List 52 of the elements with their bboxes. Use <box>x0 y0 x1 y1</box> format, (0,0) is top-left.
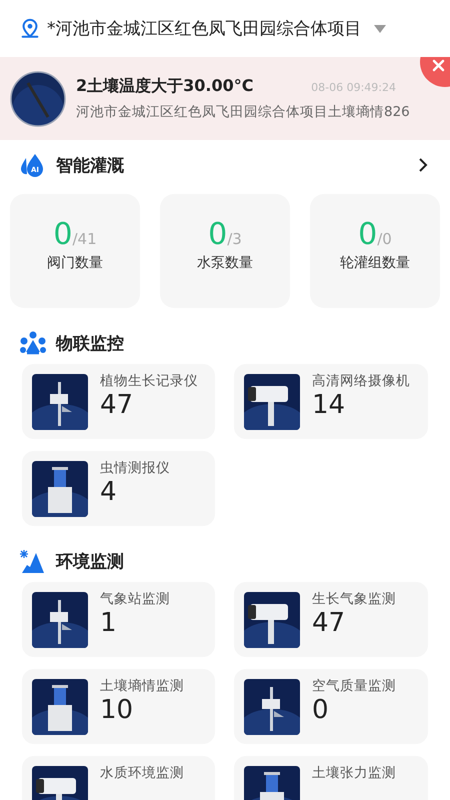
section-title: 智能灌溉 <box>56 154 124 176</box>
device-count: 14 <box>312 390 346 420</box>
device-card[interactable]: 水质环境监测 <box>22 756 215 800</box>
device-name: 植物生长记录仪 <box>100 372 198 390</box>
device-card[interactable]: 空气质量监测 0 <box>234 669 428 744</box>
stat-card[interactable]: 0/3 水泵数量 <box>160 194 290 308</box>
location-pin-icon <box>19 18 41 40</box>
stat-label: 阀门数量 <box>47 254 103 272</box>
stat-total: /41 <box>72 230 97 248</box>
device-card[interactable]: 土壤张力监测 <box>234 756 428 800</box>
mountain-snow-icon <box>20 549 46 573</box>
alert-detail: 河池市金城江区红色凤飞田园综合体项目土壤墒情826 <box>76 103 411 121</box>
device-card[interactable]: 气象站监测 1 <box>22 582 215 657</box>
chevron-right-icon[interactable] <box>418 157 428 173</box>
stat-card[interactable]: 0/0 轮灌组数量 <box>310 194 440 308</box>
device-count: 0 <box>312 695 330 725</box>
device-count: 4 <box>100 477 118 507</box>
stat-value: 0 <box>358 216 378 252</box>
dropdown-icon[interactable] <box>374 24 386 32</box>
section-title: 环境监测 <box>56 550 124 572</box>
stat-total: /3 <box>227 230 242 248</box>
device-count: 10 <box>100 695 134 725</box>
close-icon[interactable] <box>420 57 450 87</box>
device-name: 生长气象监测 <box>312 590 396 608</box>
stat-value: 0 <box>53 216 72 252</box>
water-drops-icon <box>21 154 43 177</box>
stat-label: 水泵数量 <box>197 254 253 272</box>
device-name: 土壤张力监测 <box>312 764 396 782</box>
device-card[interactable]: 生长气象监测 47 <box>234 582 428 657</box>
alert-title: 2土壤温度大于30.00°C <box>76 76 254 97</box>
stat-label: 轮灌组数量 <box>340 254 410 272</box>
network-nodes-icon <box>20 331 46 355</box>
section-title: 物联监控 <box>56 332 124 354</box>
stat-card[interactable]: 0/41 阀门数量 <box>10 194 140 308</box>
device-count: 47 <box>312 608 346 638</box>
stat-total: /0 <box>377 230 392 248</box>
device-count: 47 <box>100 390 134 420</box>
device-name: 高清网络摄像机 <box>312 372 410 390</box>
stat-value: 0 <box>208 216 228 252</box>
device-count: 1 <box>100 608 118 638</box>
alert-banner[interactable]: 2土壤温度大于30.00°C 08-06 09:49:24 河池市金城江区红色凤飞田园综合体项目土壤墒情826 <box>0 57 450 140</box>
device-name: 气象站监测 <box>100 590 170 608</box>
device-name: 水质环境监测 <box>100 764 184 782</box>
alert-time: 08-06 09:49:24 <box>311 81 396 94</box>
device-name: 土壤墒情监测 <box>100 677 184 695</box>
device-card[interactable]: 土壤墒情监测 10 <box>22 669 215 744</box>
device-card[interactable]: 高清网络摄像机 14 <box>234 364 428 439</box>
device-name: 空气质量监测 <box>312 677 396 695</box>
device-name: 虫情测报仪 <box>100 459 170 477</box>
device-card[interactable]: 虫情测报仪 4 <box>22 451 215 526</box>
device-card[interactable]: 植物生长记录仪 47 <box>22 364 215 439</box>
project-selector[interactable]: *河池市金城江区红色凤飞田园综合体项目 <box>47 17 362 40</box>
